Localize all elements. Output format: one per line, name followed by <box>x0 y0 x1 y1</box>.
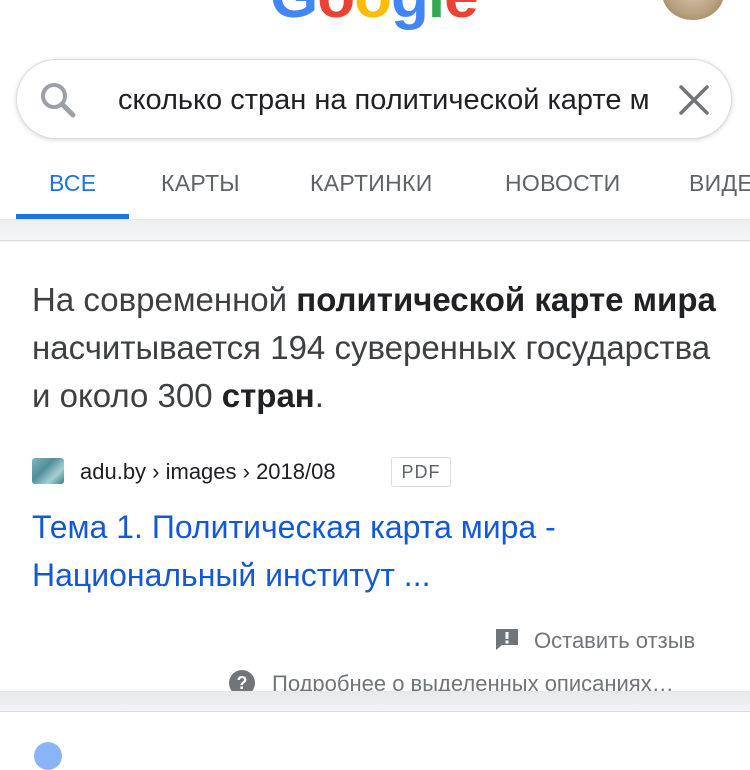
pdf-badge: PDF <box>391 457 451 487</box>
result-title-link[interactable]: Тема 1. Политическая карта мира - Национа… <box>32 503 722 599</box>
clear-icon[interactable] <box>676 82 712 118</box>
section-gap <box>0 691 750 711</box>
tab-news[interactable]: НОВОСТИ <box>505 170 621 197</box>
next-result-favicon-icon <box>34 742 62 770</box>
menu-icon[interactable] <box>16 0 50 6</box>
snippet-text: . <box>314 377 324 414</box>
snippet-text: На современной <box>32 281 297 318</box>
tab-images[interactable]: КАРТИНКИ <box>310 170 433 197</box>
feedback-button[interactable]: Оставить отзыв <box>494 627 695 654</box>
next-result-card <box>0 711 750 751</box>
tab-maps[interactable]: КАРТЫ <box>161 170 240 197</box>
feedback-label: Оставить отзыв <box>534 628 696 653</box>
result-title-line: Национальный институт ... <box>32 557 431 593</box>
site-favicon-icon[interactable] <box>32 458 64 484</box>
google-logo[interactable]: Google <box>270 0 479 31</box>
logo-letter: o <box>317 0 355 31</box>
logo-letter: g <box>391 0 429 31</box>
section-gap <box>0 220 750 242</box>
result-source-breadcrumb[interactable]: adu.by › images › 2018/08 <box>80 459 336 485</box>
logo-letter: o <box>354 0 392 31</box>
logo-letter: e <box>444 0 478 31</box>
card-border <box>0 240 750 241</box>
logo-letter: l <box>428 0 445 31</box>
search-input[interactable] <box>118 76 650 124</box>
tab-all[interactable]: ВСЕ <box>49 170 96 197</box>
svg-text:?: ? <box>237 673 248 693</box>
result-title-line: Тема 1. Политическая карта мира - <box>32 509 556 545</box>
search-icon[interactable] <box>38 80 78 120</box>
search-tabs: ВСЕ КАРТЫ КАРТИНКИ НОВОСТИ ВИДЕО <box>0 150 750 220</box>
account-avatar[interactable] <box>662 0 724 20</box>
logo-letter: G <box>270 0 318 31</box>
snippet-bold: политической карте мира <box>296 281 716 318</box>
snippet-bold: стран <box>221 377 315 414</box>
tab-videos[interactable]: ВИДЕО <box>689 170 750 197</box>
feedback-icon <box>494 627 520 651</box>
snippet-text: насчитывается 194 суверенных государства… <box>32 329 711 414</box>
featured-snippet-text: На современной политической карте мира н… <box>32 276 722 420</box>
